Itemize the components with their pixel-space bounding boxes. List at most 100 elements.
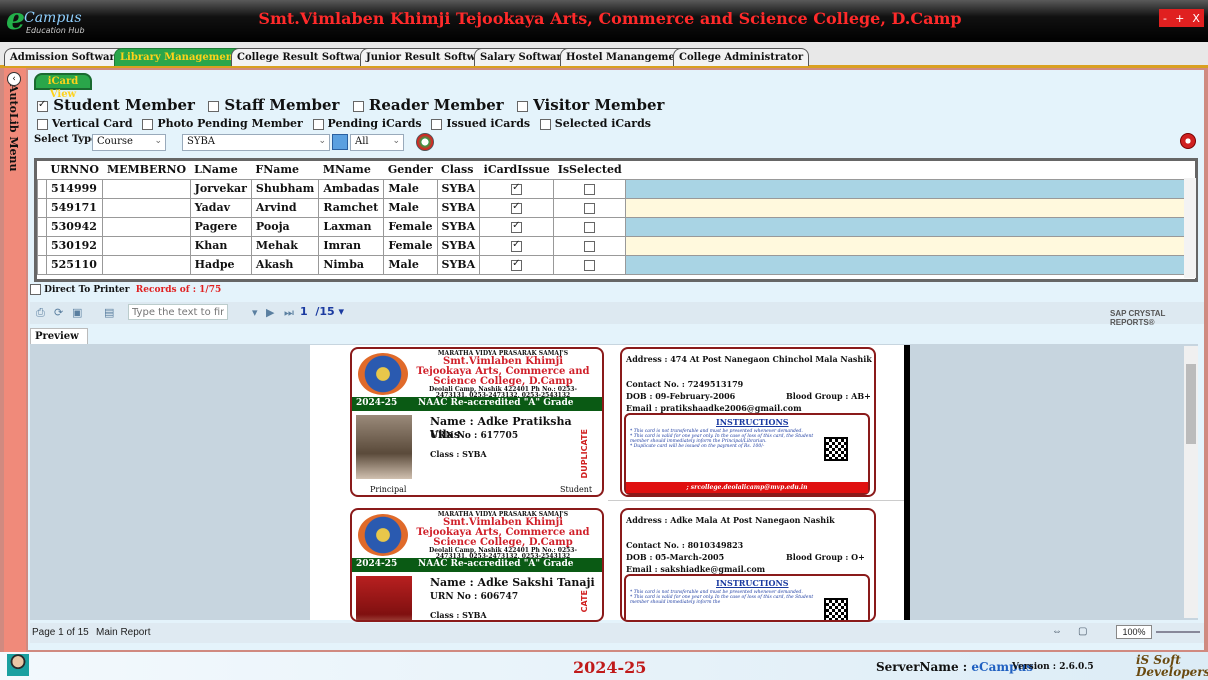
isselected-checkbox[interactable]: [584, 259, 596, 271]
col-class[interactable]: Class: [437, 161, 480, 179]
server-name: ServerName : eCampus: [876, 660, 1033, 674]
photo-pending-checkbox[interactable]: Photo Pending Member: [142, 117, 303, 130]
maximize-button[interactable]: +: [1175, 12, 1184, 25]
card-blood-group: Blood Group : O+: [786, 552, 865, 562]
col-mname[interactable]: MName: [318, 161, 384, 179]
scrollbar-thumb[interactable]: [1186, 364, 1196, 444]
export-icon[interactable]: ▣: [72, 306, 82, 319]
student-photo: [356, 415, 412, 479]
zoom-slider[interactable]: [1156, 631, 1200, 633]
card-contact: Contact No. : 8010349823: [626, 540, 744, 550]
direct-to-printer-checkbox[interactable]: Direct To Printer: [30, 284, 130, 295]
tab-college-administrator[interactable]: College Administrator: [673, 48, 810, 66]
isselected-checkbox[interactable]: [584, 240, 596, 252]
col-memberno[interactable]: MEMBERNO: [102, 161, 191, 179]
instructions-box: INSTRUCTIONS * This card is not transfer…: [624, 413, 870, 495]
all-select[interactable]: All ⌄: [350, 134, 404, 151]
student-class: Class : SYBA: [430, 449, 487, 459]
icardissue-checkbox[interactable]: [511, 239, 523, 252]
isselected-checkbox[interactable]: [584, 183, 596, 195]
card-filter-options: Vertical Card Photo Pending Member Pendi…: [37, 117, 657, 130]
icardissue-checkbox[interactable]: [511, 258, 523, 271]
col-isselected[interactable]: IsSelected: [553, 161, 626, 179]
card-header: MARATHA VIDYA PRASARAK SAMAJ'S Smt.Vimla…: [416, 511, 590, 560]
fit-width-icon[interactable]: ⇔: [1052, 626, 1062, 637]
student-member-checkbox[interactable]: Student Member: [37, 96, 195, 114]
autolib-menu-label: AutoLib Menu: [7, 84, 20, 172]
principal-label: Principal: [370, 485, 407, 494]
student-class: Class : SYBA: [430, 610, 487, 620]
course-select[interactable]: SYBA ⌄: [182, 134, 330, 151]
report-find-input[interactable]: [128, 304, 228, 320]
card-email-footer: ; srcollege.deolalicamp@mvp.edu.in: [626, 482, 868, 493]
module-tabstrip: Admission Software Library Managements C…: [0, 42, 1208, 68]
window-controls: - + X: [1159, 9, 1204, 27]
refresh-report-icon[interactable]: ⟳: [54, 306, 63, 319]
table-row[interactable]: 525110 Hadpe Akash Nimba Male SYBA: [37, 254, 1195, 275]
user-avatar[interactable]: [7, 654, 29, 676]
tab-icard-view[interactable]: iCard View: [34, 73, 92, 100]
isselected-checkbox[interactable]: [584, 221, 596, 233]
refresh-icon[interactable]: [416, 133, 434, 151]
find-icon[interactable]: ▾: [252, 306, 258, 319]
type-select[interactable]: Course ⌄: [92, 134, 166, 151]
developer-logo: iS Soft Developers: [1136, 653, 1208, 679]
icardissue-checkbox[interactable]: [511, 201, 523, 214]
last-page-icon[interactable]: ⏭: [284, 306, 294, 320]
fit-page-icon[interactable]: ▢: [1078, 626, 1087, 637]
stop-icon[interactable]: [1180, 133, 1196, 149]
table-row[interactable]: 514999 Jorvekar Shubham Ambadas Male SYBA: [37, 178, 1195, 199]
col-gender[interactable]: Gender: [383, 161, 437, 179]
duplicate-stamp: CATE: [580, 590, 589, 613]
icardissue-checkbox[interactable]: [511, 182, 523, 195]
autolib-menu[interactable]: AutoLib Menu: [4, 68, 26, 652]
issued-icards-checkbox[interactable]: Issued iCards: [431, 117, 530, 130]
report-name: Main Report: [96, 627, 151, 638]
collapse-icon[interactable]: ‹: [7, 72, 21, 86]
academic-year: 2024-25: [573, 658, 647, 677]
card-contact: Contact No. : 7249513179: [626, 379, 744, 389]
table-row[interactable]: 549171 Yadav Arvind Ramchet Male SYBA: [37, 197, 1195, 218]
select-type-label: Select Type: [34, 134, 98, 145]
col-icardissue[interactable]: iCardIssue: [479, 161, 554, 179]
visitor-member-checkbox[interactable]: Visitor Member: [516, 96, 664, 114]
filter-icon[interactable]: [332, 134, 348, 150]
tab-preview[interactable]: Preview: [30, 328, 88, 344]
card-email: Email : pratikshaadke2006@gmail.com: [626, 403, 802, 413]
student-name: Name : Adke Sakshi Tanaji: [430, 576, 595, 589]
minimize-button[interactable]: -: [1163, 12, 1167, 25]
group-tree-icon[interactable]: ▤: [104, 306, 114, 319]
viewer-scrollbar[interactable]: [1184, 346, 1198, 618]
table-row[interactable]: 530192 Khan Mehak Imran Female SYBA: [37, 235, 1195, 256]
grid-scrollbar[interactable]: [1184, 178, 1196, 278]
tab-admission-software[interactable]: Admission Software: [4, 48, 128, 66]
member-type-options: Student Member Staff Member Reader Membe…: [37, 96, 672, 114]
reader-member-checkbox[interactable]: Reader Member: [352, 96, 504, 114]
col-urnno[interactable]: URNNO: [46, 161, 103, 179]
col-lname[interactable]: LName: [190, 161, 252, 179]
records-count: Records of : 1/75: [135, 285, 222, 295]
icardissue-checkbox[interactable]: [511, 220, 523, 233]
staff-member-checkbox[interactable]: Staff Member: [208, 96, 339, 114]
student-label: Student: [560, 485, 593, 494]
vertical-card-checkbox[interactable]: Vertical Card: [37, 117, 133, 130]
zoom-level[interactable]: 100%: [1116, 625, 1152, 639]
page-navigator[interactable]: 1 /15 ▾: [300, 305, 344, 318]
instructions-title: INSTRUCTIONS: [716, 578, 789, 588]
members-grid[interactable]: URNNO MEMBERNO LName FName MName Gender …: [34, 158, 1198, 282]
tab-college-result-software[interactable]: College Result Software: [231, 48, 378, 66]
col-fname[interactable]: FName: [251, 161, 319, 179]
card-dob: DOB : 05-March-2005: [626, 552, 725, 562]
isselected-checkbox[interactable]: [584, 202, 596, 214]
app-title: Smt.Vimlaben Khimji Tejookaya Arts, Comm…: [258, 9, 962, 28]
selected-icards-checkbox[interactable]: Selected iCards: [539, 117, 651, 130]
print-icon[interactable]: ⎙: [36, 306, 45, 320]
tab-library-managements[interactable]: Library Managements: [114, 48, 250, 66]
logo-text: Campus: [24, 10, 82, 26]
icard-back: Address : Adke Mala At Post Nanegaon Nas…: [620, 508, 876, 622]
close-button[interactable]: X: [1192, 12, 1200, 25]
next-page-icon[interactable]: ▶: [266, 306, 274, 319]
icard-front: MARATHA VIDYA PRASARAK SAMAJ'S Smt.Vimla…: [350, 347, 604, 497]
pending-icards-checkbox[interactable]: Pending iCards: [312, 117, 422, 130]
table-row[interactable]: 530942 Pagere Pooja Laxman Female SYBA: [37, 216, 1195, 237]
